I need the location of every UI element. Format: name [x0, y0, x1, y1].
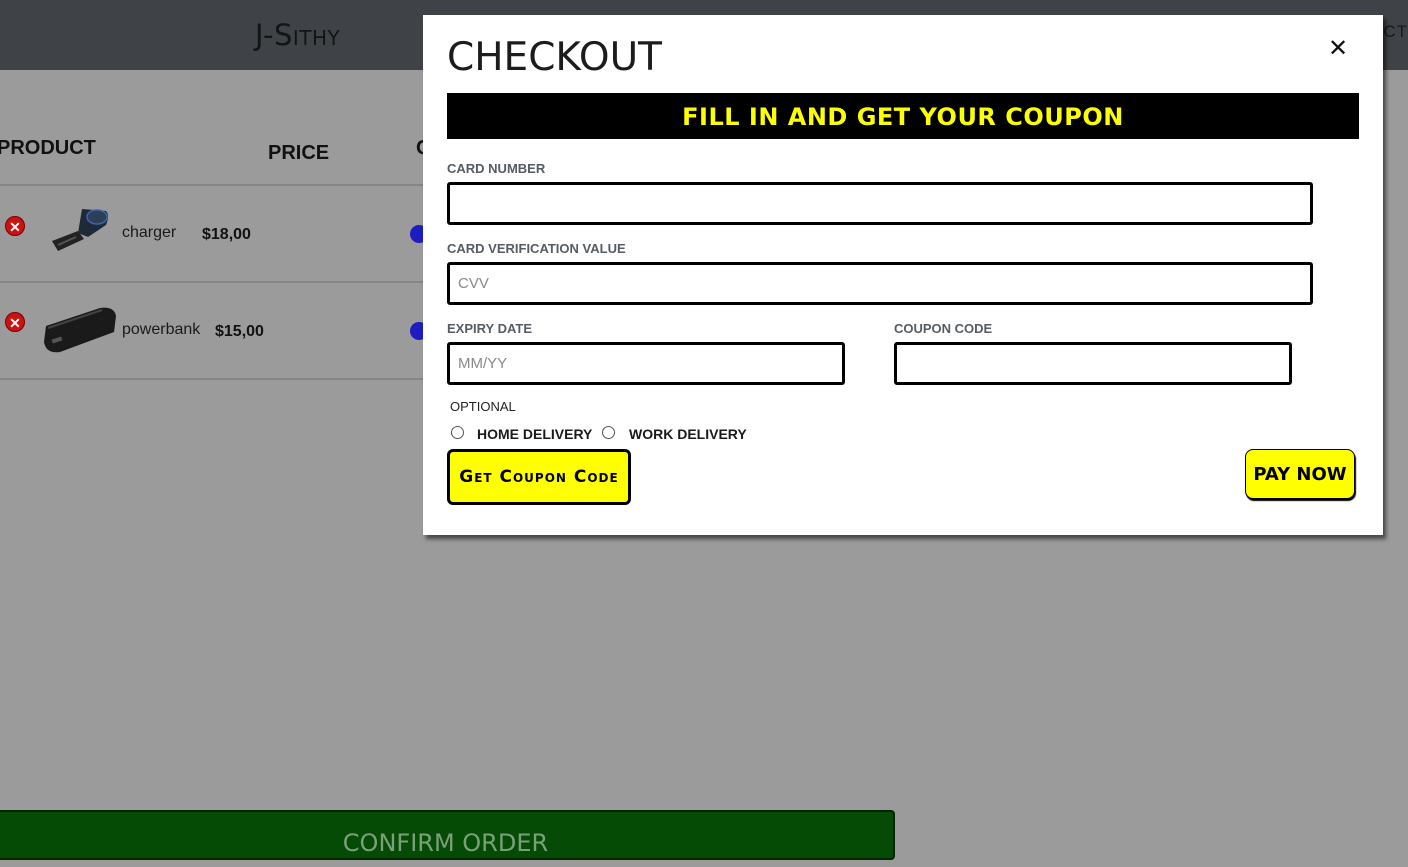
work-delivery-label[interactable]: WORK DELIVERY	[629, 426, 747, 442]
product-price: $15,00	[215, 323, 264, 340]
expiry-date-label: EXPIRY DATE	[447, 321, 533, 336]
column-header-price: PRICE	[268, 142, 330, 164]
coupon-code-label: COUPON CODE	[894, 321, 993, 336]
cvv-input[interactable]	[447, 262, 1313, 305]
table-divider	[0, 281, 430, 283]
confirm-order-button[interactable]: CONFIRM ORDER	[0, 810, 895, 860]
modal-title: CHECKOUT	[447, 35, 662, 80]
expiry-date-input[interactable]	[447, 342, 845, 385]
work-delivery-radio[interactable]	[602, 426, 615, 439]
get-coupon-code-button[interactable]: Get Coupon Code	[447, 449, 631, 505]
table-divider	[0, 184, 430, 186]
product-name: powerbank	[122, 321, 201, 338]
coupon-code-input[interactable]	[894, 342, 1292, 385]
home-delivery-label[interactable]: HOME DELIVERY	[477, 426, 592, 442]
card-number-input[interactable]	[447, 182, 1313, 225]
powerbank-image	[44, 307, 116, 353]
product-name: charger	[122, 224, 177, 241]
product-price: $18,00	[202, 226, 251, 243]
pay-now-button[interactable]: PAY NOW	[1245, 449, 1355, 499]
remove-item-icon[interactable]: ✕	[5, 216, 25, 236]
card-number-label: CARD NUMBER	[447, 161, 546, 176]
charger-image	[52, 209, 108, 251]
optional-label: OPTIONAL	[450, 399, 516, 414]
home-delivery-radio[interactable]	[451, 426, 464, 439]
brand-logo[interactable]: J-Sithy	[255, 18, 340, 52]
checkout-modal: CHECKOUT ✕ FILL IN AND GET YOUR COUPON C…	[423, 15, 1383, 535]
coupon-banner: FILL IN AND GET YOUR COUPON	[447, 93, 1359, 139]
column-header-product: PRODUCT	[0, 137, 96, 159]
cvv-label: CARD VERIFICATION VALUE	[447, 241, 626, 256]
close-icon[interactable]: ✕	[1326, 37, 1350, 61]
table-divider	[0, 378, 430, 380]
nav-link-partial[interactable]: CT	[1383, 22, 1408, 42]
remove-item-icon[interactable]: ✕	[5, 312, 25, 332]
